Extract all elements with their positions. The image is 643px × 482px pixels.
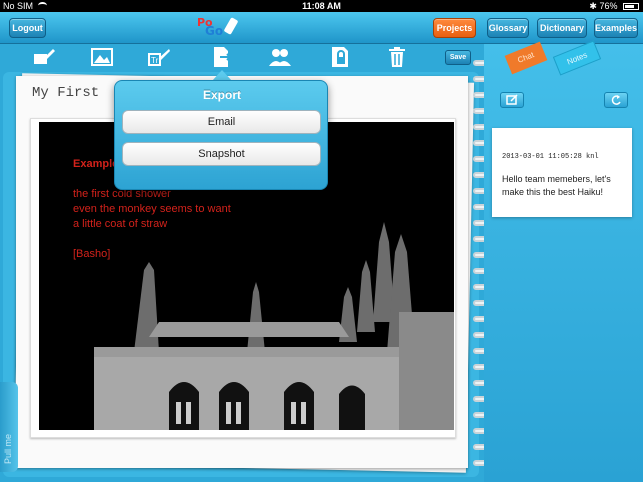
save-button[interactable]: Save bbox=[445, 50, 471, 65]
popover-title: Export bbox=[202, 88, 241, 102]
note-timestamp: 2013-03-01 11:05:28 knl bbox=[502, 153, 599, 161]
export-popover: Export Email Snapshot bbox=[114, 80, 328, 190]
refresh-icon bbox=[611, 95, 621, 105]
battery-icon bbox=[623, 3, 639, 11]
poem-line-2: even the monkey seems to want bbox=[73, 203, 231, 215]
pogo-logo: Po Go bbox=[197, 16, 239, 38]
poem-author: [Basho] bbox=[73, 248, 111, 260]
image-icon[interactable] bbox=[90, 46, 114, 68]
note-card: 2013-03-01 11:05:28 knl Hello team memeb… bbox=[492, 128, 632, 217]
note-message: Hello team memebers, let's make this the… bbox=[502, 174, 611, 197]
export-snapshot-button[interactable]: Snapshot bbox=[122, 142, 321, 166]
projects-button[interactable]: Projects bbox=[433, 18, 476, 38]
team-icon[interactable] bbox=[268, 46, 292, 68]
text-style-icon[interactable]: Tr bbox=[147, 46, 171, 68]
svg-text:Tr: Tr bbox=[151, 56, 159, 65]
clock: 11:08 AM bbox=[302, 1, 341, 11]
compose-note-button[interactable] bbox=[500, 92, 524, 108]
status-bar: No SIM 11:08 AM ✱ 76% bbox=[0, 0, 643, 12]
edit-text-icon[interactable] bbox=[32, 46, 56, 68]
glossary-button[interactable]: Glossary bbox=[487, 18, 529, 38]
battery-percent: 76% bbox=[599, 1, 618, 11]
side-panel bbox=[484, 44, 643, 482]
editor-toolbar: Tr bbox=[0, 44, 478, 72]
pull-me-label: Pull me bbox=[3, 433, 13, 464]
compose-icon bbox=[506, 94, 518, 105]
refresh-button[interactable] bbox=[604, 92, 628, 108]
lock-icon[interactable] bbox=[328, 46, 352, 68]
poem-line-3: a little coat of straw bbox=[73, 218, 168, 230]
export-email-button[interactable]: Email bbox=[122, 110, 321, 134]
document-title[interactable]: My First bbox=[32, 85, 99, 101]
trash-icon[interactable] bbox=[385, 46, 409, 68]
dictionary-button[interactable]: Dictionary bbox=[537, 18, 587, 38]
bluetooth-icon: ✱ bbox=[589, 1, 597, 11]
examples-button[interactable]: Examples bbox=[594, 18, 638, 38]
export-icon[interactable] bbox=[210, 46, 234, 68]
logout-button[interactable]: Logout bbox=[9, 18, 46, 38]
pull-me-handle[interactable]: Pull me bbox=[0, 382, 18, 472]
battery-status: ✱ 76% bbox=[589, 0, 639, 12]
